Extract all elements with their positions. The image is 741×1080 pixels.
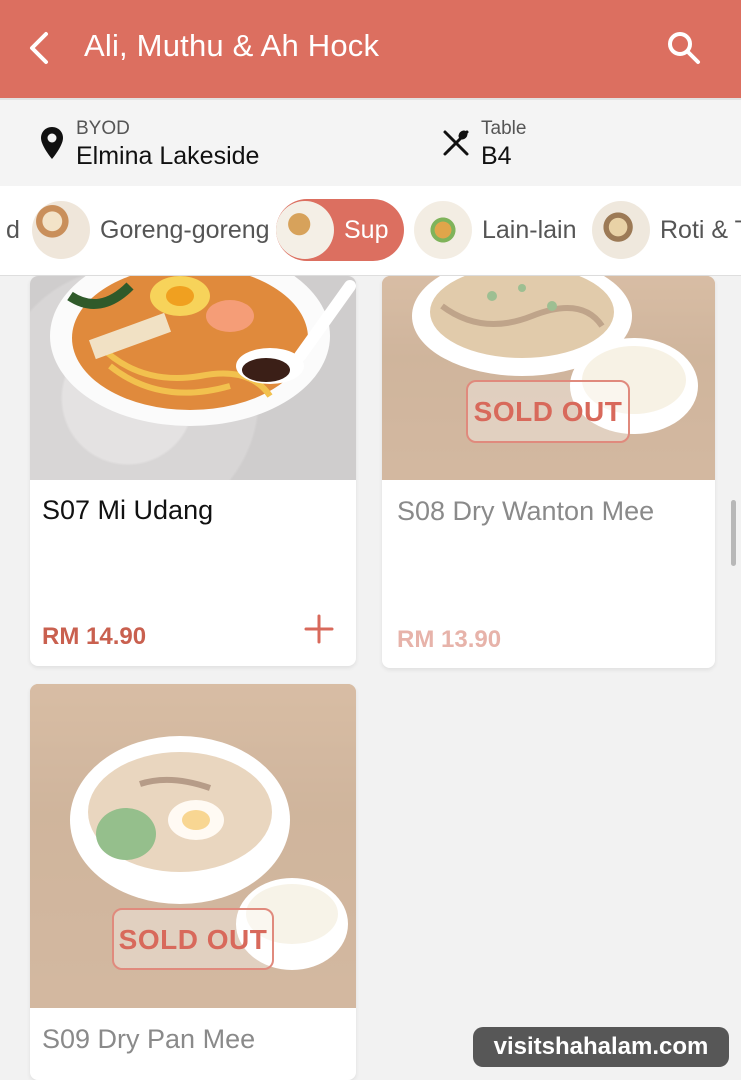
tab-category-prev[interactable]: d [0,199,20,261]
utensils-icon [443,130,469,156]
tab-lain-lain[interactable]: Lain-lain [414,199,577,261]
category-thumbnail [414,201,472,259]
plus-icon[interactable] [302,612,336,646]
tab-label: d [6,215,20,244]
watermark: visitshahalam.com [473,1027,729,1067]
product-card-s07[interactable]: S07 Mi Udang RM 14.90 [30,276,356,666]
product-price: RM 13.90 [397,626,502,653]
location-pin-icon [41,127,63,159]
category-tabs: d Goreng-goreng Sup Lain-lain Roti & T [0,186,741,276]
sold-out-badge: SOLD OUT [112,908,274,970]
category-thumbnail [32,201,90,259]
scrollbar-thumb[interactable] [731,500,736,566]
tab-label: Roti & T [660,215,741,244]
category-thumbnail [276,201,334,259]
sold-out-overlay [30,684,356,1080]
tab-label: Goreng-goreng [100,215,270,244]
product-photo [30,276,356,480]
sold-out-overlay [382,276,715,668]
tab-label: Lain-lain [482,215,577,244]
table-label: Table [481,118,527,139]
search-icon[interactable] [664,28,704,68]
product-card-s08[interactable]: SOLD OUT S08 Dry Wanton Mee RM 13.90 [382,276,715,668]
arrow-left-icon[interactable] [24,26,60,70]
tab-goreng-goreng[interactable]: Goreng-goreng [32,199,270,261]
app-bar: Ali, Muthu & Ah Hock [0,0,741,98]
location-block: BYOD Elmina Lakeside [76,118,259,171]
product-price: RM 14.90 [42,623,147,650]
page-title: Ali, Muthu & Ah Hock [84,28,380,63]
product-card-s09[interactable]: SOLD OUT S09 Dry Pan Mee [30,684,356,1080]
tab-roti[interactable]: Roti & T [592,199,741,261]
mode-label: BYOD [76,118,130,139]
sold-out-badge: SOLD OUT [466,380,630,443]
product-name: S08 Dry Wanton Mee [397,496,655,526]
table-block: Table B4 [481,118,526,171]
product-name: S07 Mi Udang [42,495,214,525]
category-thumbnail [592,201,650,259]
tab-label: Sup [344,215,389,244]
location-name: Elmina Lakeside [76,142,260,170]
product-name: S09 Dry Pan Mee [42,1024,256,1054]
tab-sup[interactable]: Sup [276,199,405,261]
table-number: B4 [481,142,512,170]
